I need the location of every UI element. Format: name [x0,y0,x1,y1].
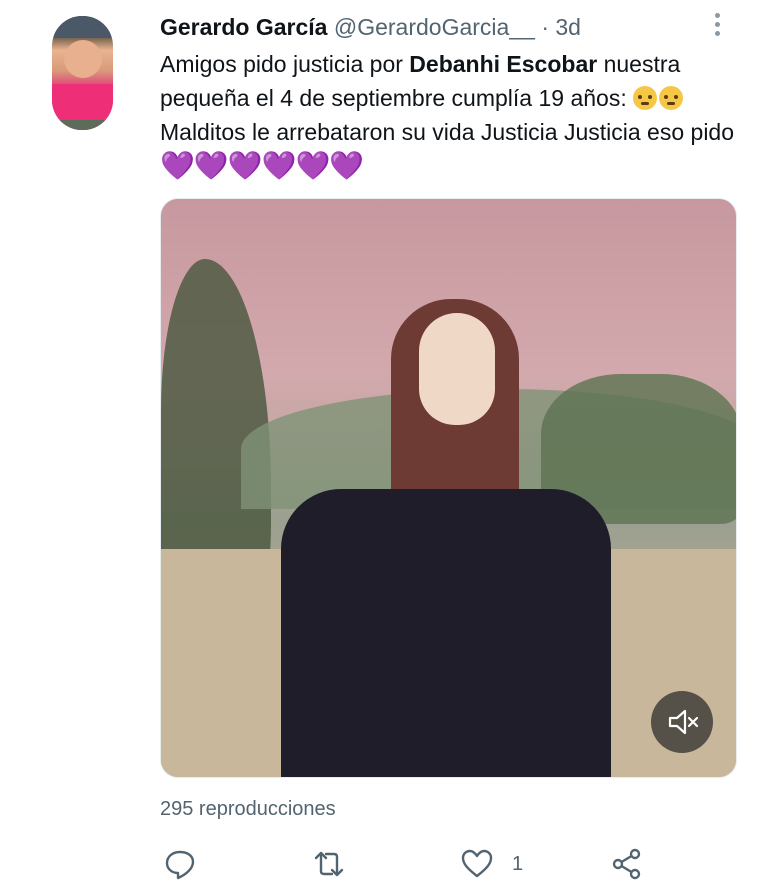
header-separator: · [541,14,549,40]
avatar-cap [52,16,113,38]
like-count: 1 [512,852,524,875]
view-count: 295 reproducciones [160,798,336,820]
video-subject [281,299,611,777]
disappointed-face-emoji [659,86,684,110]
author-name[interactable]: Gerardo García [160,14,327,40]
avatar-bottom [52,120,113,130]
tweet-text: Amigos pido justicia por Debanhi Escobar… [160,47,740,184]
purple-hearts-emoji: 💜💜💜💜💜💜 [160,150,364,181]
like-button[interactable]: 1 [460,844,523,884]
tweet-header: Gerardo García @GerardoGarcia__ · 3d [160,12,581,42]
avatar-face [64,40,102,78]
tweet-video[interactable] [160,198,737,778]
retweet-icon [314,851,344,877]
tweet-text-part3: Malditos le arrebataron su vida Justicia… [160,119,735,145]
tweet-actions: 1 [0,840,760,890]
more-vertical-icon[interactable] [707,13,727,43]
heart-icon [461,849,493,878]
author-handle[interactable]: @GerardoGarcia__ [334,14,535,40]
reply-button[interactable] [163,844,197,884]
retweet-button[interactable] [312,844,346,884]
video-subject-coat [281,489,611,777]
avatar[interactable] [52,16,113,130]
share-button[interactable] [610,844,644,884]
tweet-text-part1: Amigos pido justicia por [160,51,410,77]
video-subject-face [419,313,495,425]
face-rolling-eyes-emoji [633,86,658,110]
volume-muted-icon[interactable] [651,691,713,753]
tweet-time[interactable]: 3d [555,14,581,40]
tweet-mention-name: Debanhi Escobar [409,51,598,77]
reply-icon [165,850,195,880]
share-icon [612,848,641,880]
